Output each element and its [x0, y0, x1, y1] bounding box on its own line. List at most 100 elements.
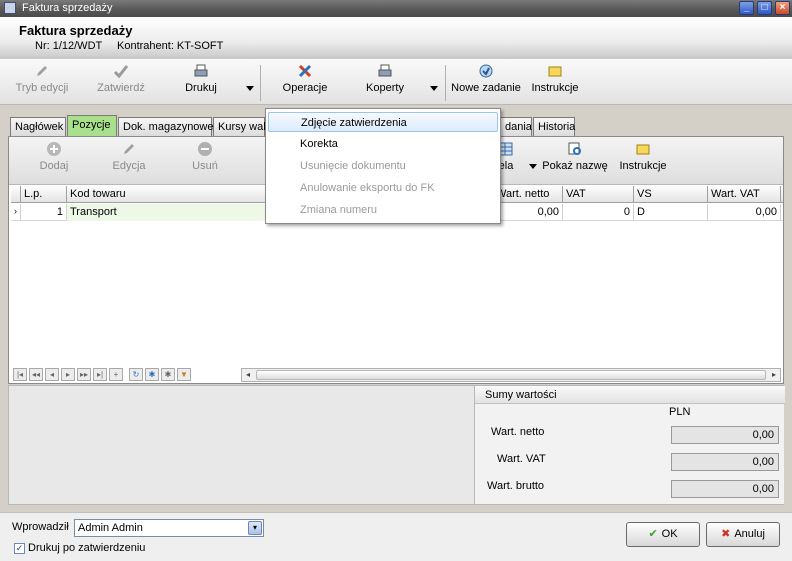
- sumy-wartosci-panel: Sumy wartości PLN Wart. netto 0,00 Wart.…: [474, 386, 785, 504]
- cell-vs[interactable]: D: [634, 204, 708, 221]
- scrollbar-thumb[interactable]: [256, 370, 766, 380]
- cell-lp[interactable]: 1: [21, 204, 67, 221]
- tab-historia[interactable]: Historia: [533, 117, 575, 136]
- operacje-button[interactable]: Operacje: [278, 63, 332, 103]
- cancel-icon: ✖: [721, 528, 731, 540]
- nowe-zadanie-label: Nowe zadanie: [451, 82, 521, 94]
- anuluj-button[interactable]: ✖ Anuluj: [706, 522, 780, 547]
- operacje-label: Operacje: [282, 82, 328, 94]
- koperty-label: Koperty: [366, 82, 404, 94]
- col-kod-towaru[interactable]: Kod towaru: [67, 186, 267, 203]
- koperty-button[interactable]: Koperty: [360, 63, 410, 103]
- book-icon: [548, 66, 562, 77]
- usun-button[interactable]: Usuń: [185, 141, 225, 181]
- sumy-caption: Sumy wartości: [475, 386, 785, 404]
- printer-icon: [378, 64, 392, 77]
- drukuj-checkbox-label: Drukuj po zatwierdzeniu: [28, 542, 146, 554]
- menu-item-anulowanie-eksportu[interactable]: Anulowanie eksportu do FK: [268, 178, 498, 198]
- col-wart-netto[interactable]: Wart. netto: [493, 186, 563, 203]
- tab-pozycje[interactable]: Pozycje: [67, 115, 117, 136]
- asterisk-gray-icon[interactable]: ✱: [161, 368, 175, 381]
- asterisk-icon[interactable]: ✱: [145, 368, 159, 381]
- ok-label: OK: [661, 528, 678, 540]
- book-icon: [636, 144, 650, 155]
- chevron-down-icon[interactable]: ▾: [248, 521, 262, 535]
- delete-icon: [198, 142, 212, 156]
- scroll-left-icon[interactable]: ◂: [242, 369, 254, 381]
- tryb-edycji-button[interactable]: Tryb edycji: [10, 63, 74, 103]
- koperty-dropdown-arrow[interactable]: [430, 86, 438, 91]
- edycja-button[interactable]: Edycja: [107, 141, 151, 181]
- dodaj-label: Dodaj: [39, 160, 69, 172]
- instrukcje-label: Instrukcje: [531, 82, 579, 94]
- edycja-label: Edycja: [112, 160, 146, 172]
- row-indicator-header: [11, 186, 21, 203]
- drukuj-button[interactable]: Drukuj: [178, 63, 224, 103]
- window-titlebar: Faktura sprzedaży _ □ ×: [0, 0, 792, 17]
- menu-item-usuniecie-dokumentu[interactable]: Usunięcie dokumentu: [268, 156, 498, 176]
- tab-naglowek[interactable]: Nagłówek: [10, 117, 66, 136]
- document-number: Nr: 1/12/WDT: [35, 40, 103, 52]
- tab-dok-magazynowe[interactable]: Dok. magazynowe: [118, 117, 214, 136]
- wprowadzil-combo[interactable]: Admin Admin ▾: [74, 519, 264, 537]
- tab-kursy-walut[interactable]: Kursy walu: [213, 117, 272, 136]
- col-vs[interactable]: VS: [634, 186, 708, 203]
- netto-value: 0,00: [671, 426, 779, 444]
- tabela-dropdown-arrow[interactable]: [529, 164, 537, 169]
- cell-netto[interactable]: 0,00: [493, 204, 563, 221]
- task-icon: [479, 64, 493, 78]
- pokaz-nazwe-button[interactable]: Pokaż nazwę: [541, 141, 609, 181]
- usun-label: Usuń: [192, 160, 218, 172]
- wprowadzil-label: Wprowadził: [12, 521, 69, 533]
- menu-item-zdjecie-zatwierdzenia[interactable]: Zdjęcie zatwierdzenia: [268, 112, 498, 132]
- pencil-icon: [124, 144, 134, 154]
- col-lp[interactable]: L.p.: [21, 186, 67, 203]
- minimize-button[interactable]: _: [739, 1, 754, 15]
- dodaj-button[interactable]: Dodaj: [31, 141, 77, 181]
- nav-next-icon[interactable]: ▸: [61, 368, 75, 381]
- grid-navigator: |◂ ◂◂ ◂ ▸ ▸▸ ▸| + ↻ ✱ ✱ ▼: [11, 367, 241, 383]
- zatwierdz-button[interactable]: Zatwierdź: [92, 63, 150, 103]
- nav-prev-icon[interactable]: ◂: [45, 368, 59, 381]
- cell-vat[interactable]: 0: [563, 204, 634, 221]
- col-vat[interactable]: VAT: [563, 186, 634, 203]
- instrukcje-inner-button[interactable]: Instrukcje: [615, 141, 671, 181]
- horizontal-scrollbar[interactable]: ◂ ▸: [241, 368, 781, 382]
- main-toolbar: Tryb edycji Zatwierdź Drukuj Operacje Ko…: [0, 59, 792, 105]
- vat-value: 0,00: [671, 453, 779, 471]
- nav-first-icon[interactable]: |◂: [13, 368, 27, 381]
- scroll-right-icon[interactable]: ▸: [768, 369, 780, 381]
- zatwierdz-label: Zatwierdź: [97, 82, 145, 94]
- col-wart-vat[interactable]: Wart. VAT: [708, 186, 781, 203]
- drukuj-checkbox[interactable]: ✓: [14, 543, 25, 554]
- drukuj-label: Drukuj: [185, 82, 217, 94]
- drukuj-dropdown-arrow[interactable]: [246, 86, 254, 91]
- pencil-icon: [37, 66, 47, 76]
- menu-item-korekta[interactable]: Korekta: [268, 134, 498, 154]
- nav-last-icon[interactable]: ▸|: [93, 368, 107, 381]
- menu-item-zmiana-numeru[interactable]: Zmiana numeru: [268, 200, 498, 220]
- nav-insert-icon[interactable]: +: [109, 368, 123, 381]
- bottom-area: Sumy wartości PLN Wart. netto 0,00 Wart.…: [8, 385, 785, 505]
- maximize-button[interactable]: □: [757, 1, 772, 15]
- ok-button[interactable]: ✔ OK: [626, 522, 700, 547]
- nav-next-page-icon[interactable]: ▸▸: [77, 368, 91, 381]
- document-title: Faktura sprzedaży: [19, 23, 133, 38]
- currency-label: PLN: [669, 406, 691, 418]
- nowe-zadanie-button[interactable]: Nowe zadanie: [451, 63, 521, 103]
- netto-label: Wart. netto: [491, 426, 545, 438]
- dialog-footer: Wprowadził Admin Admin ▾ ✓ Drukuj po zat…: [0, 512, 792, 561]
- app-icon: [4, 2, 16, 14]
- refresh-icon[interactable]: ↻: [129, 368, 143, 381]
- tab-zadania[interactable]: dania: [500, 117, 532, 136]
- vat-label: Wart. VAT: [497, 453, 546, 465]
- instrukcje-inner-label: Instrukcje: [619, 160, 667, 172]
- instrukcje-button[interactable]: Instrukcje: [528, 63, 582, 103]
- cell-wart-vat[interactable]: 0,00: [708, 204, 781, 221]
- window-title: Faktura sprzedaży: [22, 2, 113, 14]
- filter-icon[interactable]: ▼: [177, 368, 191, 381]
- contractor: Kontrahent: KT-SOFT: [117, 40, 224, 52]
- close-button[interactable]: ×: [775, 1, 790, 15]
- nav-prev-page-icon[interactable]: ◂◂: [29, 368, 43, 381]
- cell-kod[interactable]: Transport: [67, 204, 267, 221]
